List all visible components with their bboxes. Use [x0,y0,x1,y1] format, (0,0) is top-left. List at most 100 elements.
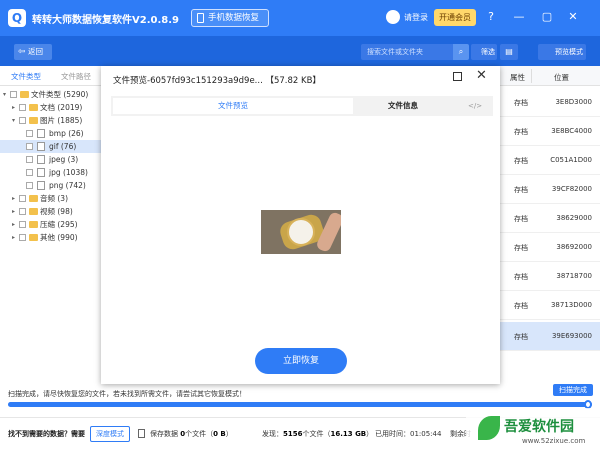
vip-button[interactable]: 开通会员 [434,9,476,26]
table-row-selected[interactable]: 存档 39E693000 [498,322,600,351]
checkbox[interactable] [26,143,33,150]
tree-node[interactable]: jpg (1038) [0,166,103,179]
scan-complete-badge: 扫描完成 [553,384,593,396]
checkbox[interactable] [26,182,33,189]
column-divider[interactable] [531,69,532,83]
tree-node[interactable]: ▸ 其他 (990) [0,231,103,244]
maximize-dialog-icon[interactable] [453,72,462,81]
image-file-icon [37,129,45,138]
elapsed-info: 已用时间：01:05:44 [375,429,441,439]
row-attribute: 存档 [514,99,528,107]
expand-icon[interactable]: ▸ [12,192,15,205]
folder-icon [29,221,38,228]
scan-progress-bar [8,400,592,409]
tree-node[interactable]: ▸ 音频 (3) [0,192,103,205]
deep-scan-button[interactable]: 深度模式 [90,426,130,442]
expand-icon[interactable]: ▸ [12,218,15,231]
search-icon[interactable]: ⌕ [453,44,469,60]
back-button[interactable]: ⇦ 返回 [14,44,52,60]
tree-node-label: jpg (1038) [49,168,88,177]
close-window-icon[interactable]: ✕ [566,10,580,24]
tree-node-label: png (742) [49,181,86,190]
image-file-icon [37,181,45,190]
found-size: 16.13 GB [330,430,367,438]
row-attribute: 存档 [514,157,528,165]
tree-node-label: 视频 (98) [40,207,73,216]
expand-icon[interactable]: ▸ [12,205,15,218]
tab-hex-view[interactable]: </> [468,98,482,114]
app-logo-icon: Q [8,9,26,27]
tree-node[interactable]: png (742) [0,179,103,192]
phone-recovery-button[interactable]: 手机数据恢复 [191,9,269,27]
tab-file-path[interactable]: 文件路径 [61,71,91,82]
row-position: 39E693000 [551,332,592,340]
checkbox[interactable] [19,221,26,228]
row-position: 38718700 [556,272,592,280]
table-row[interactable]: 存档 3E8BC4000 [498,117,600,146]
user-avatar-icon[interactable] [386,10,400,24]
minimize-icon[interactable]: — [512,10,526,24]
saved-unit: 个文件（ [185,430,214,438]
tab-file-info[interactable]: 文件信息 [355,98,451,114]
site-watermark: 吾爱软件园 www.52zixue.com [466,408,600,450]
maximize-icon[interactable]: ▢ [540,10,554,24]
checkbox[interactable] [19,234,26,241]
table-row[interactable]: 存档 38713D000 [498,291,600,320]
checkbox[interactable] [26,169,33,176]
view-toggle-icon[interactable]: ▤ [500,44,518,60]
tree-node-selected[interactable]: gif (76) [0,140,103,153]
file-type-tree: ▾ 文件类型 (5290) ▸ 文档 (2019) ▾ 图片 (1885) bm… [0,88,103,244]
tree-node[interactable]: ▾ 文件类型 (5290) [0,88,103,101]
tree-node[interactable]: ▸ 文档 (2019) [0,101,103,114]
table-row[interactable]: 存档 38629000 [498,204,600,233]
elapsed-label: 已用时间： [375,430,410,438]
table-row[interactable]: 存档 C051A1D00 [498,146,600,175]
saved-info: 保存数据 0个文件（0 B） [150,429,233,439]
tree-node[interactable]: ▾ 图片 (1885) [0,114,103,127]
filter-button[interactable]: 筛选 [471,44,497,60]
checkbox[interactable] [26,156,33,163]
table-row[interactable]: 存档 38692000 [498,233,600,262]
checkbox[interactable] [19,195,26,202]
image-file-icon [37,168,45,177]
collapse-icon[interactable]: ▾ [12,114,15,127]
row-position: 3E8D3000 [555,98,592,106]
column-header-attribute[interactable]: 属性 [510,72,525,83]
table-row[interactable]: 存档 3E8D3000 [498,88,600,117]
row-attribute: 存档 [514,215,528,223]
table-row[interactable]: 存档 38718700 [498,262,600,291]
tab-file-preview[interactable]: 文件预览 [113,98,353,114]
expand-icon[interactable]: ▸ [12,101,15,114]
scan-status-text: 扫描完成，请尽快恢复您的文件，若未找到所需文件，请尝试其它恢复模式！ [8,390,246,398]
checkbox[interactable] [19,117,26,124]
collapse-icon[interactable]: ▾ [3,88,6,101]
close-dialog-icon[interactable]: ✕ [476,68,487,83]
checkbox[interactable] [26,130,33,137]
tree-node-label: 音频 (3) [40,194,69,203]
tree-node-label: 文档 (2019) [40,103,83,112]
row-position: 38713D000 [550,301,592,309]
folder-icon [29,208,38,215]
row-attribute: 存档 [514,186,528,194]
recover-now-button[interactable]: 立即恢复 [255,348,347,374]
tree-node[interactable]: jpeg (3) [0,153,103,166]
column-header-position[interactable]: 位置 [554,72,569,83]
dialog-title-name: 文件预览-6057fd93c151293a9d9e... [113,76,263,86]
expand-icon[interactable]: ▸ [12,231,15,244]
checkbox[interactable] [19,104,26,111]
tab-file-type[interactable]: 文件类型 [11,71,41,82]
login-link[interactable]: 请登录 [404,12,428,23]
toolbar: ⇦ 返回 搜索文件或文件夹 ⌕ 筛选 ▤ 预览模式 [0,36,600,66]
search-input[interactable]: 搜索文件或文件夹 [361,44,453,60]
folder-icon [20,91,29,98]
tree-node[interactable]: ▸ 压缩 (295) [0,218,103,231]
checkbox[interactable] [19,208,26,215]
folder-icon [29,104,38,111]
preview-mode-button[interactable]: 预览模式 [538,44,586,60]
tree-node[interactable]: bmp (26) [0,127,103,140]
table-row[interactable]: 存档 39CF82000 [498,175,600,204]
phone-icon [197,13,204,23]
checkbox[interactable] [10,91,17,98]
help-icon[interactable]: ? [484,10,498,24]
tree-node[interactable]: ▸ 视频 (98) [0,205,103,218]
